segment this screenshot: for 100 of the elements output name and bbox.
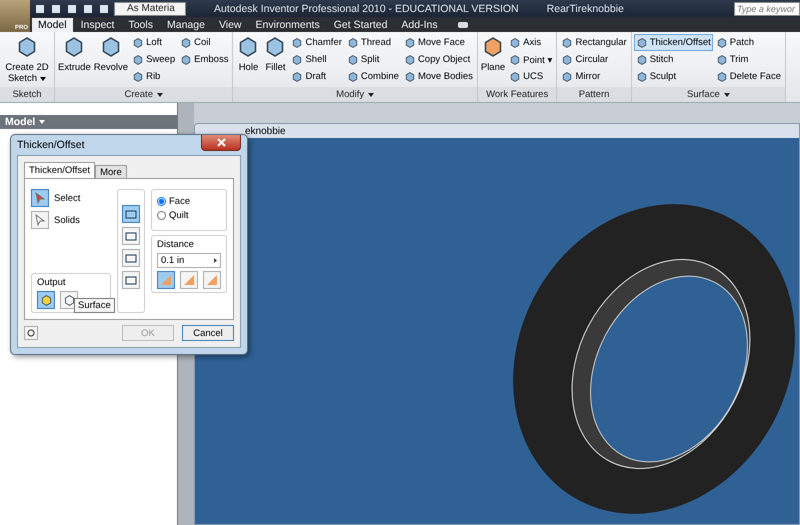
ribbon-large-button[interactable]: Hole [235, 34, 262, 87]
ribbon-tab[interactable]: View [212, 18, 248, 32]
ribbon-tab[interactable]: Manage [160, 18, 211, 32]
ribbon-button[interactable]: Coil [178, 34, 230, 51]
ribbon-button[interactable]: Chamfer [289, 34, 344, 51]
ribbon-button[interactable]: Draft [289, 68, 344, 85]
direction-button[interactable] [157, 271, 175, 289]
rectangle-icon [125, 252, 137, 264]
pointer-icon [35, 192, 45, 204]
dialog-tab[interactable]: More [95, 165, 127, 178]
dialog-tab[interactable]: Thicken/Offset [24, 162, 96, 178]
group-label: Distance [157, 239, 195, 250]
rectangle-icon [125, 208, 137, 220]
caret-icon [156, 92, 163, 96]
ribbon-button[interactable]: Move Bodies [402, 68, 475, 85]
toolbar-icon[interactable] [98, 2, 110, 14]
panel-title[interactable]: Work Features [478, 87, 556, 102]
ribbon-tab[interactable]: Inspect [74, 18, 120, 32]
triangle-icon [183, 274, 195, 286]
radio-label: Face [169, 196, 190, 207]
ribbon-button[interactable]: Emboss [178, 51, 230, 68]
panel-title[interactable]: Pattern [557, 87, 631, 102]
ribbon-button[interactable]: Thread [344, 34, 401, 51]
help-button[interactable] [24, 326, 38, 340]
ribbon-button[interactable]: Split [344, 51, 401, 68]
caret-icon [40, 77, 46, 81]
panel-title[interactable]: Sketch [0, 87, 54, 102]
panel-title[interactable]: Modify [233, 87, 477, 102]
selector-label: Select [54, 192, 80, 204]
ribbon-button[interactable]: Axis [507, 34, 554, 51]
document-title: eknobbie [245, 126, 286, 136]
material-dropdown[interactable]: As Materia [114, 2, 186, 16]
toolbar-icon[interactable] [34, 2, 46, 14]
group-label: Output [37, 277, 67, 288]
caret-icon [368, 92, 374, 96]
rectangle-icon [125, 274, 137, 286]
toolbar-icon[interactable] [82, 2, 94, 14]
ribbon-tab[interactable]: Environments [250, 18, 326, 32]
toolbar-icon[interactable] [50, 2, 62, 14]
ribbon-large-button[interactable]: Revolve [92, 34, 130, 87]
ribbon-button[interactable]: Shell [289, 51, 344, 68]
cancel-button[interactable]: Cancel [182, 325, 234, 341]
ribbon-button[interactable]: Mirror [559, 68, 629, 85]
ribbon-button[interactable]: Thicken/Offset [634, 34, 713, 51]
browser-header[interactable]: Model [0, 115, 177, 129]
ribbon-button[interactable]: Circular [559, 51, 629, 68]
distance-value: 0.1 in [161, 255, 184, 266]
ribbon-button[interactable]: Move Face [402, 34, 475, 51]
ribbon-tab[interactable]: Get Started [328, 18, 394, 32]
ribbon-tab[interactable]: Tools [122, 18, 159, 32]
selector-label: Solids [54, 214, 80, 226]
solid-button[interactable] [37, 291, 55, 309]
pointer-button[interactable] [31, 211, 49, 229]
radio-button[interactable] [157, 211, 166, 220]
ribbon-large-button[interactable]: Plane [480, 34, 506, 87]
ribbon-button[interactable]: Loft [130, 34, 178, 51]
ribbon-large-button[interactable]: Fillet [262, 34, 288, 87]
ribbon-button[interactable]: Combine [344, 68, 401, 85]
tooltip: Surface [74, 298, 115, 313]
triangle-icon [160, 274, 172, 286]
panel-title[interactable]: Surface [632, 87, 786, 102]
browser-title: Model [5, 116, 36, 128]
ribbon-button[interactable]: Point ▾ [507, 51, 554, 68]
rectangle-icon [125, 230, 137, 242]
pointer-button[interactable] [31, 189, 49, 207]
side-button[interactable] [122, 249, 140, 267]
close-button[interactable] [201, 135, 241, 151]
ribbon-large-button[interactable]: Create 2D Sketch [2, 34, 52, 87]
ribbon-button[interactable]: Rib [130, 68, 178, 85]
distance-field[interactable]: 0.1 in [157, 253, 221, 268]
close-icon [216, 138, 226, 147]
ribbon-button[interactable]: Delete Face [714, 68, 784, 85]
spin-arrow-icon [214, 258, 217, 263]
ribbon-button[interactable]: Copy Object [402, 51, 475, 68]
caret-icon [724, 92, 730, 96]
panel-title[interactable]: Create [55, 87, 232, 102]
side-button[interactable] [122, 227, 140, 245]
ribbon-tab[interactable]: Model [32, 18, 73, 32]
side-button[interactable] [122, 205, 140, 223]
radio-label: Quilt [169, 210, 189, 221]
ribbon-button[interactable]: Rectangular [559, 34, 629, 51]
ribbon-button[interactable]: Trim [714, 51, 784, 68]
toolbar-icon[interactable] [66, 2, 78, 14]
side-button[interactable] [122, 271, 140, 289]
ribbon-button[interactable]: Sculpt [634, 68, 713, 85]
radio-button[interactable] [157, 197, 166, 206]
pointer-icon [35, 214, 45, 226]
caret-icon [39, 120, 46, 124]
minimize-ribbon-icon[interactable] [458, 22, 468, 28]
dialog-title: Thicken/Offset [17, 139, 85, 151]
ribbon-button[interactable]: Patch [714, 34, 784, 51]
ribbon-large-button[interactable]: Extrude [57, 34, 92, 87]
ribbon-button[interactable]: UCS [507, 68, 554, 85]
triangle-icon [206, 274, 218, 286]
search-field[interactable]: Type a keywor [734, 2, 800, 16]
ribbon-tab[interactable]: Add-Ins [395, 18, 444, 32]
document-name: RearTireknobbie [546, 2, 624, 14]
ribbon-button[interactable]: Sweep [130, 51, 178, 68]
ribbon-button[interactable]: Stitch [634, 51, 713, 68]
window-title: Autodesk Inventor Professional 2010 - EDUCATIONAL VERSION [214, 2, 519, 14]
